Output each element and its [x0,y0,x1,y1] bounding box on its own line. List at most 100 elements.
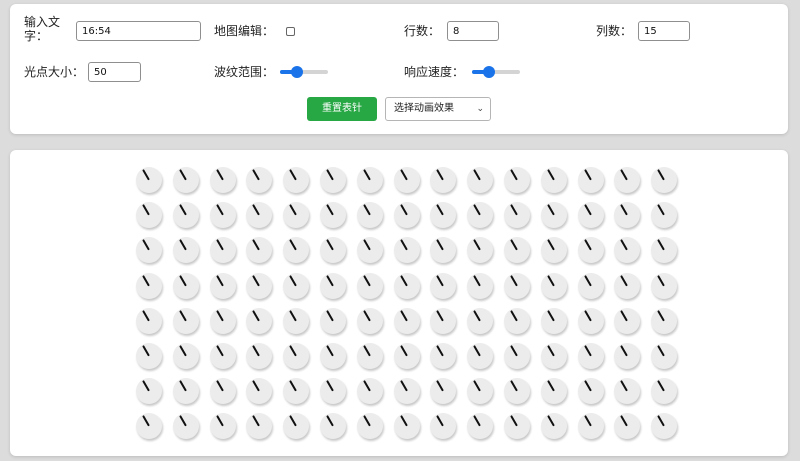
clock-dial [467,202,494,229]
clock-face [172,413,199,440]
clock-dial [467,167,494,193]
clock-dial [246,202,273,229]
clock-dial [430,237,457,264]
ripple-slider[interactable] [280,66,328,78]
clock-dial [209,378,236,405]
clock-dial [283,202,310,229]
clock-dial [283,343,310,369]
clock-dial [246,307,273,334]
clock-dial [393,343,420,369]
clock-dial [504,272,530,299]
clock-face [430,167,457,193]
clock-face [467,413,494,440]
clock-dial [504,307,530,334]
clock-dial [614,307,641,334]
clock-dial [577,378,604,405]
clock-dial [136,413,162,440]
clock-dial [172,378,199,405]
clock-dial [614,343,641,369]
clock-dial [651,202,678,229]
clock-face [614,237,641,264]
clock-face [136,167,162,193]
ripple-slider-thumb[interactable] [290,66,303,78]
clock-face [246,167,273,193]
clock-dial [136,307,162,334]
rows-input[interactable] [447,21,499,41]
clock-dial [320,272,346,299]
animation-effect-select-value: 选择动画效果 [394,103,454,114]
clock-dial [504,237,530,264]
clock-dial [393,307,420,334]
clock-dial [540,167,567,193]
clock-face [504,202,530,229]
clock-face [651,378,678,405]
clock-dial [136,343,162,369]
clock-face [540,237,567,264]
clock-face [320,167,346,193]
clock-dial [136,237,162,264]
cols-input[interactable] [638,21,690,41]
text-input[interactable] [76,21,201,41]
clock-face [283,378,310,405]
clock-dial [614,378,641,405]
clock-face [430,237,457,264]
clock-face [614,343,641,369]
animation-effect-select[interactable]: 选择动画效果 ⌄ [385,97,491,121]
clock-face [393,413,420,440]
clock-dial [246,167,273,193]
dot-size-label: 光点大小： [24,65,85,79]
clock-face [540,202,567,229]
clock-dial [172,272,199,299]
clock-dial [172,202,199,229]
clock-dial [356,378,383,405]
clock-face [172,202,199,229]
clock-face [467,202,494,229]
clock-face [614,378,641,405]
ripple-label: 波纹范围： [214,65,275,79]
reset-hands-button[interactable]: 重置表针 [307,97,377,121]
clock-dial [430,307,457,334]
clock-face [577,413,604,440]
clock-dial [651,237,678,264]
clock-dial [430,413,457,440]
clock-dial [467,272,494,299]
clock-dial [172,413,199,440]
clock-face [172,378,199,405]
clock-dial [540,272,567,299]
clock-face [614,202,641,229]
clock-dial [504,167,530,193]
clock-dial [320,413,346,440]
clock-face [209,413,236,440]
clock-dial [393,202,420,229]
speed-slider-thumb[interactable] [482,66,495,78]
clock-dial [209,237,236,264]
clock-grid [10,150,788,456]
clock-face [504,167,530,193]
clock-face [651,343,678,369]
dot-size-input[interactable] [88,62,141,82]
clock-face [467,167,494,193]
clock-face [651,167,678,193]
clock-face [614,307,641,334]
clock-face [209,237,236,264]
clock-face [430,378,457,405]
map-edit-checkbox[interactable] [286,27,295,36]
clock-dial [577,343,604,369]
clock-dial [651,343,678,369]
clock-dial [430,167,457,193]
clock-dial [320,307,346,334]
clock-face [136,378,162,405]
clock-dial [320,167,346,193]
clock-dial [356,202,383,229]
clock-dial [283,378,310,405]
clock-dial [430,343,457,369]
clock-dial [136,167,162,193]
clock-dial [356,307,383,334]
clock-dial [246,237,273,264]
clock-dial [577,202,604,229]
clock-face [540,378,567,405]
clock-dial [246,343,273,369]
clock-face [136,237,162,264]
clock-dial [614,413,641,440]
speed-slider[interactable] [472,66,520,78]
